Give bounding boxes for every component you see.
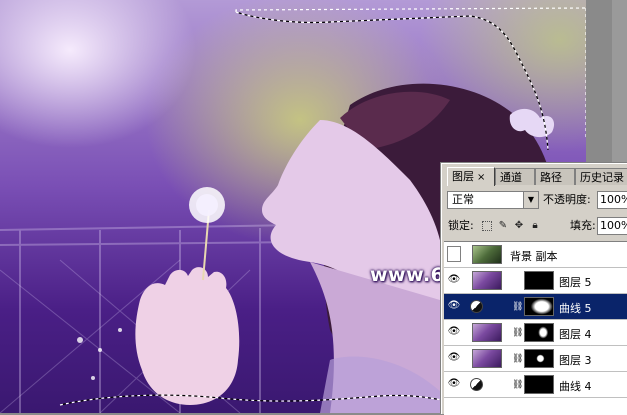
tab-channels[interactable]: 通道 <box>495 168 535 185</box>
layer-name: 曲线 5 <box>559 302 592 315</box>
half-circle-adjustment-icon <box>470 300 483 313</box>
layer-mask-thumbnail[interactable] <box>524 375 554 394</box>
layer-row[interactable]: 背景 副本 <box>444 242 627 268</box>
tab-layers-label: 图层 <box>452 170 474 183</box>
chain-link-icon[interactable]: ⛓︎ <box>512 379 523 391</box>
half-circle-adjustment-icon <box>470 378 483 391</box>
layer-mask-thumbnail[interactable] <box>524 297 554 316</box>
eye-icon[interactable]: 👁︎ <box>447 274 461 286</box>
visibility-toggle[interactable] <box>447 246 461 262</box>
layer-thumbnail <box>472 349 502 368</box>
layer-thumbnail <box>472 271 502 290</box>
padlock-icon[interactable]: 🔒︎ <box>530 221 540 231</box>
chain-link-icon[interactable]: ⛓︎ <box>512 327 523 339</box>
layer-name: 图层 3 <box>559 354 592 367</box>
tab-paths[interactable]: 路径 <box>535 168 575 185</box>
brush-lock-icon[interactable]: ✎ <box>498 221 508 231</box>
blend-opacity-row: 正常 ▼ 不透明度: 100% <box>446 191 627 211</box>
layer-row[interactable]: 👁︎ ⛓︎ 曲线 4 <box>444 372 627 398</box>
chain-link-icon[interactable]: ⛓︎ <box>512 353 523 365</box>
layer-list: 背景 副本 👁︎ 图层 5 👁︎ ⛓︎ 曲线 5 👁︎ ⛓︎ 图层 4 👁︎ ⛓… <box>444 241 627 415</box>
opacity-input[interactable]: 100% <box>597 191 627 209</box>
layer-name: 图层 4 <box>559 328 592 341</box>
eye-icon[interactable]: 👁︎ <box>447 378 461 390</box>
blend-mode-value: 正常 <box>452 193 474 206</box>
fill-label: 填充: <box>570 219 596 232</box>
layer-mask-thumbnail[interactable] <box>524 349 554 368</box>
close-icon[interactable]: × <box>477 172 485 183</box>
layer-mask-thumbnail[interactable] <box>524 323 554 342</box>
chevron-down-icon[interactable]: ▼ <box>523 192 538 208</box>
layer-thumbnail <box>472 245 502 264</box>
eye-icon[interactable]: 👁︎ <box>447 352 461 364</box>
layer-name: 背景 副本 <box>510 250 558 263</box>
layer-mask-thumbnail[interactable] <box>524 271 554 290</box>
blend-mode-select[interactable]: 正常 ▼ <box>447 191 539 209</box>
tab-layers[interactable]: 图层 × <box>447 167 495 186</box>
layer-row[interactable]: 👁︎ ⛓︎ 图层 3 <box>444 346 627 372</box>
layer-thumbnail <box>472 323 502 342</box>
panel-tab-bar: 图层 × 通道 路径 历史记录 <box>445 167 627 186</box>
layers-panel: 图层× 通道 路径 历史记录 正常 ▼ 不透明度: 100% 锁定: ✎ ✥ 🔒… <box>441 163 627 415</box>
layer-name: 图层 5 <box>559 276 592 289</box>
layer-row[interactable]: 👁︎ 图层 5 <box>444 268 627 294</box>
checker-lock-icon[interactable] <box>482 221 492 231</box>
fill-input[interactable]: 100% <box>597 217 627 235</box>
lock-label: 锁定: <box>448 219 474 232</box>
layer-name: 曲线 4 <box>559 380 592 393</box>
chain-link-icon[interactable]: ⛓︎ <box>512 301 523 313</box>
move-lock-icon[interactable]: ✥ <box>514 221 524 231</box>
lock-fill-row: 锁定: ✎ ✥ 🔒︎ 填充: 100% <box>446 217 627 236</box>
layer-row-selected[interactable]: 👁︎ ⛓︎ 曲线 5 <box>444 294 627 320</box>
eye-icon[interactable]: 👁︎ <box>447 326 461 338</box>
layer-row[interactable]: 👁︎ ⛓︎ 图层 4 <box>444 320 627 346</box>
opacity-label: 不透明度: <box>543 193 591 206</box>
tab-history[interactable]: 历史记录 <box>575 168 627 185</box>
eye-icon[interactable]: 👁︎ <box>447 300 461 312</box>
